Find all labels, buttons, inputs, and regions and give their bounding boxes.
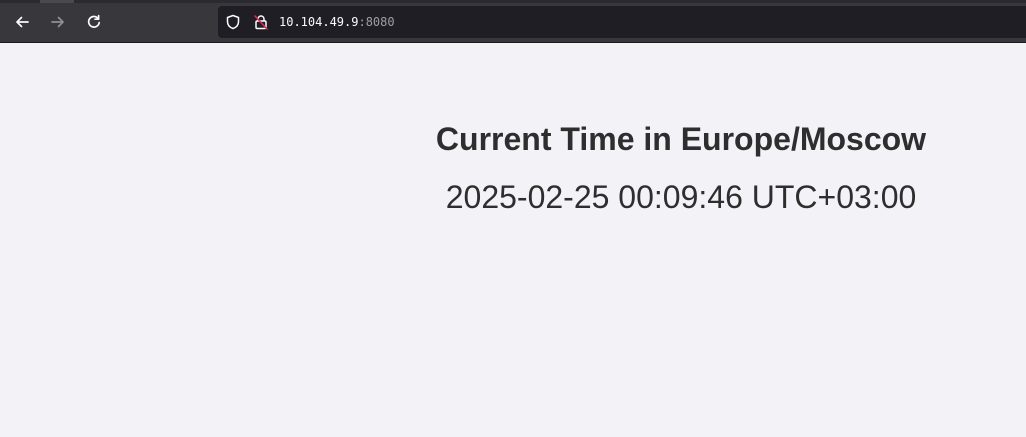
arrow-right-icon — [51, 16, 64, 28]
back-button[interactable] — [8, 8, 36, 36]
tab-strip-edge — [0, 0, 1026, 3]
url-text[interactable]: 10.104.49.9:8080 — [279, 14, 395, 30]
url-bar[interactable]: 10.104.49.9:8080 — [218, 6, 1026, 38]
current-time: 2025-02-25 00:09:46 UTC+03:00 — [445, 179, 917, 215]
browser-toolbar: 10.104.49.9:8080 — [0, 0, 1026, 43]
page-title: Current Time in Europe/Moscow — [435, 121, 927, 157]
shield-icon[interactable] — [224, 13, 242, 31]
url-port: :8080 — [358, 15, 395, 29]
url-host: 10.104.49.9 — [279, 15, 359, 29]
page-content: Current Time in Europe/Moscow 2025-02-25… — [0, 43, 1026, 437]
reload-icon — [87, 14, 101, 28]
arrow-left-icon — [16, 16, 29, 28]
forward-button[interactable] — [44, 8, 72, 36]
reload-button[interactable] — [80, 8, 108, 36]
insecure-lock-icon[interactable] — [252, 13, 270, 31]
